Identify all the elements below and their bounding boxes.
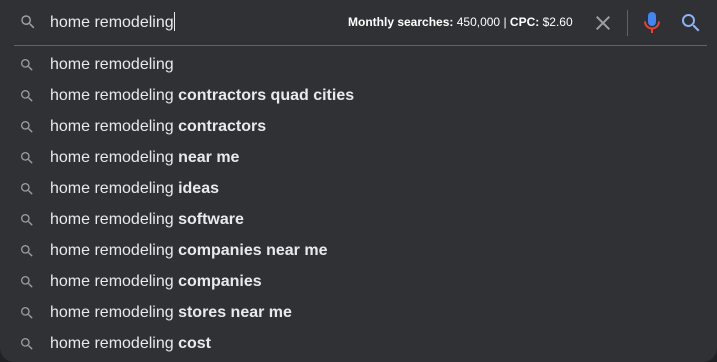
- suggestion-prefix: home remodeling: [50, 56, 174, 73]
- search-autocomplete-panel: home remodeling Monthly searches: 450,00…: [0, 0, 717, 362]
- suggestion-completion: contractors: [178, 118, 267, 135]
- suggestion-completion: companies near me: [178, 242, 328, 259]
- search-input[interactable]: home remodeling: [50, 12, 175, 33]
- cpc-label: CPC:: [509, 15, 540, 29]
- suggestion-text: home remodeling ideas: [50, 179, 219, 199]
- search-icon: [21, 121, 33, 133]
- suggestion-completion: contractors quad cities: [178, 87, 355, 104]
- suggestion-text: home remodeling: [50, 55, 174, 75]
- suggestion-completion: near me: [178, 149, 240, 166]
- suggestion-list: home remodeling home remodeling contracto…: [0, 49, 717, 359]
- microphone-icon[interactable]: [640, 10, 664, 36]
- suggestion-item[interactable]: home remodeling companies: [0, 266, 717, 297]
- suggestion-text: home remodeling stores near me: [50, 303, 292, 323]
- suggestion-text: home remodeling contractors: [50, 117, 266, 137]
- search-icon: [21, 214, 33, 226]
- monthly-searches-label: Monthly searches:: [348, 15, 454, 29]
- suggestion-item[interactable]: home remodeling near me: [0, 142, 717, 173]
- search-divider: [14, 45, 707, 46]
- suggestion-prefix: home remodeling: [50, 273, 179, 290]
- close-icon[interactable]: [591, 11, 615, 35]
- search-submit-icon[interactable]: [679, 11, 703, 35]
- suggestion-prefix: home remodeling: [50, 149, 179, 166]
- suggestion-prefix: home remodeling: [50, 211, 179, 228]
- suggestion-prefix: home remodeling: [50, 180, 179, 197]
- keyword-stats: Monthly searches: 450,000 | CPC: $2.60: [348, 14, 573, 30]
- search-icon: [21, 245, 33, 257]
- search-icon: [21, 152, 33, 164]
- suggestion-text: home remodeling companies near me: [50, 241, 327, 261]
- suggestion-prefix: home remodeling: [50, 118, 179, 135]
- text-cursor: [173, 12, 175, 31]
- suggestion-completion: cost: [178, 335, 211, 352]
- search-bar[interactable]: home remodeling Monthly searches: 450,00…: [0, 0, 717, 45]
- suggestion-text: home remodeling contractors quad cities: [50, 86, 354, 106]
- search-icon: [21, 338, 33, 350]
- suggestion-prefix: home remodeling: [50, 242, 179, 259]
- search-icon: [21, 59, 33, 71]
- suggestion-prefix: home remodeling: [50, 335, 179, 352]
- search-icon: [21, 276, 33, 288]
- suggestion-text: home remodeling software: [50, 210, 244, 230]
- stats-separator: |: [503, 15, 507, 29]
- suggestion-item[interactable]: home remodeling software: [0, 204, 717, 235]
- suggestion-item[interactable]: home remodeling cost: [0, 328, 717, 359]
- suggestion-item[interactable]: home remodeling contractors quad cities: [0, 80, 717, 111]
- suggestion-item[interactable]: home remodeling stores near me: [0, 297, 717, 328]
- search-query-text: home remodeling: [50, 14, 174, 31]
- monthly-searches-value: 450,000: [456, 15, 501, 29]
- suggestion-prefix: home remodeling: [50, 87, 179, 104]
- cpc-value: $2.60: [542, 15, 573, 29]
- suggestion-item[interactable]: home remodeling contractors: [0, 111, 717, 142]
- search-icon: [21, 307, 33, 319]
- vertical-divider: [627, 10, 628, 36]
- suggestion-text: home remodeling near me: [50, 148, 239, 168]
- suggestion-completion: software: [178, 211, 244, 228]
- search-icon: [21, 183, 33, 195]
- suggestion-item[interactable]: home remodeling: [0, 49, 717, 80]
- suggestion-text: home remodeling cost: [50, 334, 211, 354]
- suggestion-completion: companies: [178, 273, 262, 290]
- suggestion-item[interactable]: home remodeling companies near me: [0, 235, 717, 266]
- suggestion-prefix: home remodeling: [50, 304, 179, 321]
- suggestion-item[interactable]: home remodeling ideas: [0, 173, 717, 204]
- search-icon: [21, 15, 35, 29]
- suggestion-text: home remodeling companies: [50, 272, 262, 292]
- suggestion-completion: ideas: [178, 180, 219, 197]
- search-icon: [21, 90, 33, 102]
- suggestion-completion: stores near me: [178, 304, 292, 321]
